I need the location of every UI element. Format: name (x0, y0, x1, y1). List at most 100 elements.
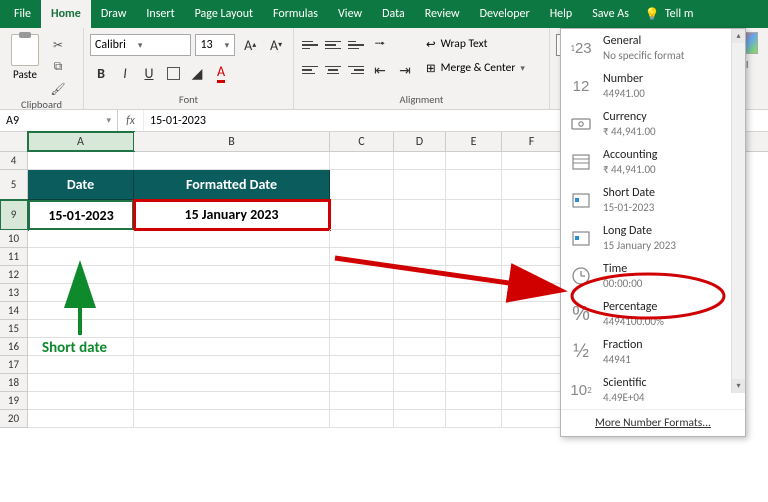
cell[interactable] (446, 170, 502, 200)
cell[interactable] (28, 152, 134, 170)
format-number[interactable]: 12 Number44941.00 (561, 67, 745, 105)
format-percentage[interactable]: % Percentage4494100.00% (561, 295, 745, 333)
cell[interactable] (134, 230, 330, 248)
row-header[interactable]: 12 (0, 266, 28, 284)
cell[interactable] (330, 170, 394, 200)
cell[interactable] (394, 170, 446, 200)
cell[interactable] (134, 248, 330, 266)
cell[interactable] (330, 410, 394, 428)
row-header[interactable]: 5 (0, 170, 28, 200)
align-top-button[interactable] (300, 37, 320, 53)
cell[interactable] (446, 200, 502, 230)
format-long-date[interactable]: Long Date15 January 2023 (561, 219, 745, 257)
more-number-formats[interactable]: More Number Formats... (561, 409, 745, 436)
increase-font-button[interactable]: A▴ (239, 34, 261, 56)
menu-developer[interactable]: Developer (470, 0, 540, 28)
menu-page-layout[interactable]: Page Layout (185, 0, 263, 28)
cell[interactable] (502, 392, 562, 410)
cell[interactable] (502, 170, 562, 200)
font-name-combo[interactable]: Calibri▾ (90, 34, 191, 56)
cell[interactable] (330, 248, 394, 266)
merge-center-button[interactable]: ⊞Merge & Center▾ (426, 58, 525, 78)
dropdown-scrollbar[interactable]: ▴ ▾ (731, 29, 745, 393)
row-header[interactable]: 14 (0, 302, 28, 320)
increase-indent-button[interactable]: ⇥ (394, 59, 416, 81)
col-header-a[interactable]: A (28, 132, 134, 151)
cell[interactable] (502, 374, 562, 392)
cell[interactable] (134, 410, 330, 428)
cell[interactable] (134, 338, 330, 356)
cell[interactable] (446, 320, 502, 338)
format-accounting[interactable]: Accounting₹ 44,941.00 (561, 143, 745, 181)
cell[interactable] (134, 302, 330, 320)
cell[interactable] (502, 230, 562, 248)
cell[interactable] (446, 266, 502, 284)
cell[interactable] (502, 248, 562, 266)
cell[interactable] (134, 392, 330, 410)
cell[interactable] (28, 338, 134, 356)
menu-review[interactable]: Review (415, 0, 470, 28)
cell[interactable] (330, 338, 394, 356)
paste-button[interactable]: Paste (6, 30, 44, 81)
select-all-corner[interactable] (0, 132, 28, 151)
cell[interactable] (330, 374, 394, 392)
font-size-combo[interactable]: 13▾ (195, 34, 235, 56)
cell[interactable] (502, 320, 562, 338)
cell[interactable] (394, 266, 446, 284)
align-bottom-button[interactable] (346, 37, 366, 53)
cell[interactable] (330, 284, 394, 302)
cell[interactable] (330, 230, 394, 248)
row-header[interactable]: 10 (0, 230, 28, 248)
bold-button[interactable]: B (90, 62, 112, 84)
cell[interactable] (446, 374, 502, 392)
cell[interactable] (134, 266, 330, 284)
menu-help[interactable]: Help (540, 0, 583, 28)
row-header[interactable]: 11 (0, 248, 28, 266)
cell[interactable] (394, 356, 446, 374)
cell[interactable] (502, 356, 562, 374)
col-header-e[interactable]: E (446, 132, 502, 151)
align-center-button[interactable] (323, 62, 343, 78)
cell[interactable] (446, 392, 502, 410)
header-formatted-date[interactable]: Formatted Date (134, 170, 330, 200)
menu-insert[interactable]: Insert (136, 0, 184, 28)
name-box[interactable]: A9 ▾ (0, 110, 118, 131)
format-scientific[interactable]: 102 Scientific4.49E+04 (561, 371, 745, 409)
align-middle-button[interactable] (323, 37, 343, 53)
align-right-button[interactable] (346, 62, 366, 78)
row-header[interactable]: 20 (0, 410, 28, 428)
row-header[interactable]: 15 (0, 320, 28, 338)
cell[interactable] (502, 266, 562, 284)
cell[interactable] (394, 338, 446, 356)
menu-home[interactable]: Home (41, 0, 91, 28)
decrease-indent-button[interactable]: ⇤ (369, 59, 391, 81)
italic-button[interactable]: I (114, 62, 136, 84)
cell[interactable] (446, 356, 502, 374)
cell[interactable] (502, 410, 562, 428)
cell[interactable] (446, 338, 502, 356)
col-header-d[interactable]: D (394, 132, 446, 151)
cell[interactable] (28, 248, 134, 266)
underline-button[interactable]: U (138, 62, 160, 84)
cell[interactable] (502, 200, 562, 230)
format-currency[interactable]: Currency₹ 44,941.00 (561, 105, 745, 143)
cell[interactable] (394, 374, 446, 392)
menu-draw[interactable]: Draw (91, 0, 137, 28)
font-color-button[interactable]: A (210, 62, 232, 84)
cell[interactable] (446, 284, 502, 302)
decrease-font-button[interactable]: A▾ (265, 34, 287, 56)
cell[interactable] (134, 356, 330, 374)
cell[interactable] (28, 230, 134, 248)
cell[interactable] (394, 230, 446, 248)
cell[interactable] (446, 152, 502, 170)
menu-file[interactable]: File (4, 0, 41, 28)
row-header[interactable]: 13 (0, 284, 28, 302)
cell[interactable] (28, 266, 134, 284)
col-header-b[interactable]: B (134, 132, 330, 151)
cell[interactable] (502, 338, 562, 356)
cell[interactable] (394, 284, 446, 302)
fill-color-button[interactable]: ◢ (186, 62, 208, 84)
cell[interactable] (134, 284, 330, 302)
cell[interactable] (28, 392, 134, 410)
wrap-text-button[interactable]: ↩Wrap Text (426, 34, 525, 54)
